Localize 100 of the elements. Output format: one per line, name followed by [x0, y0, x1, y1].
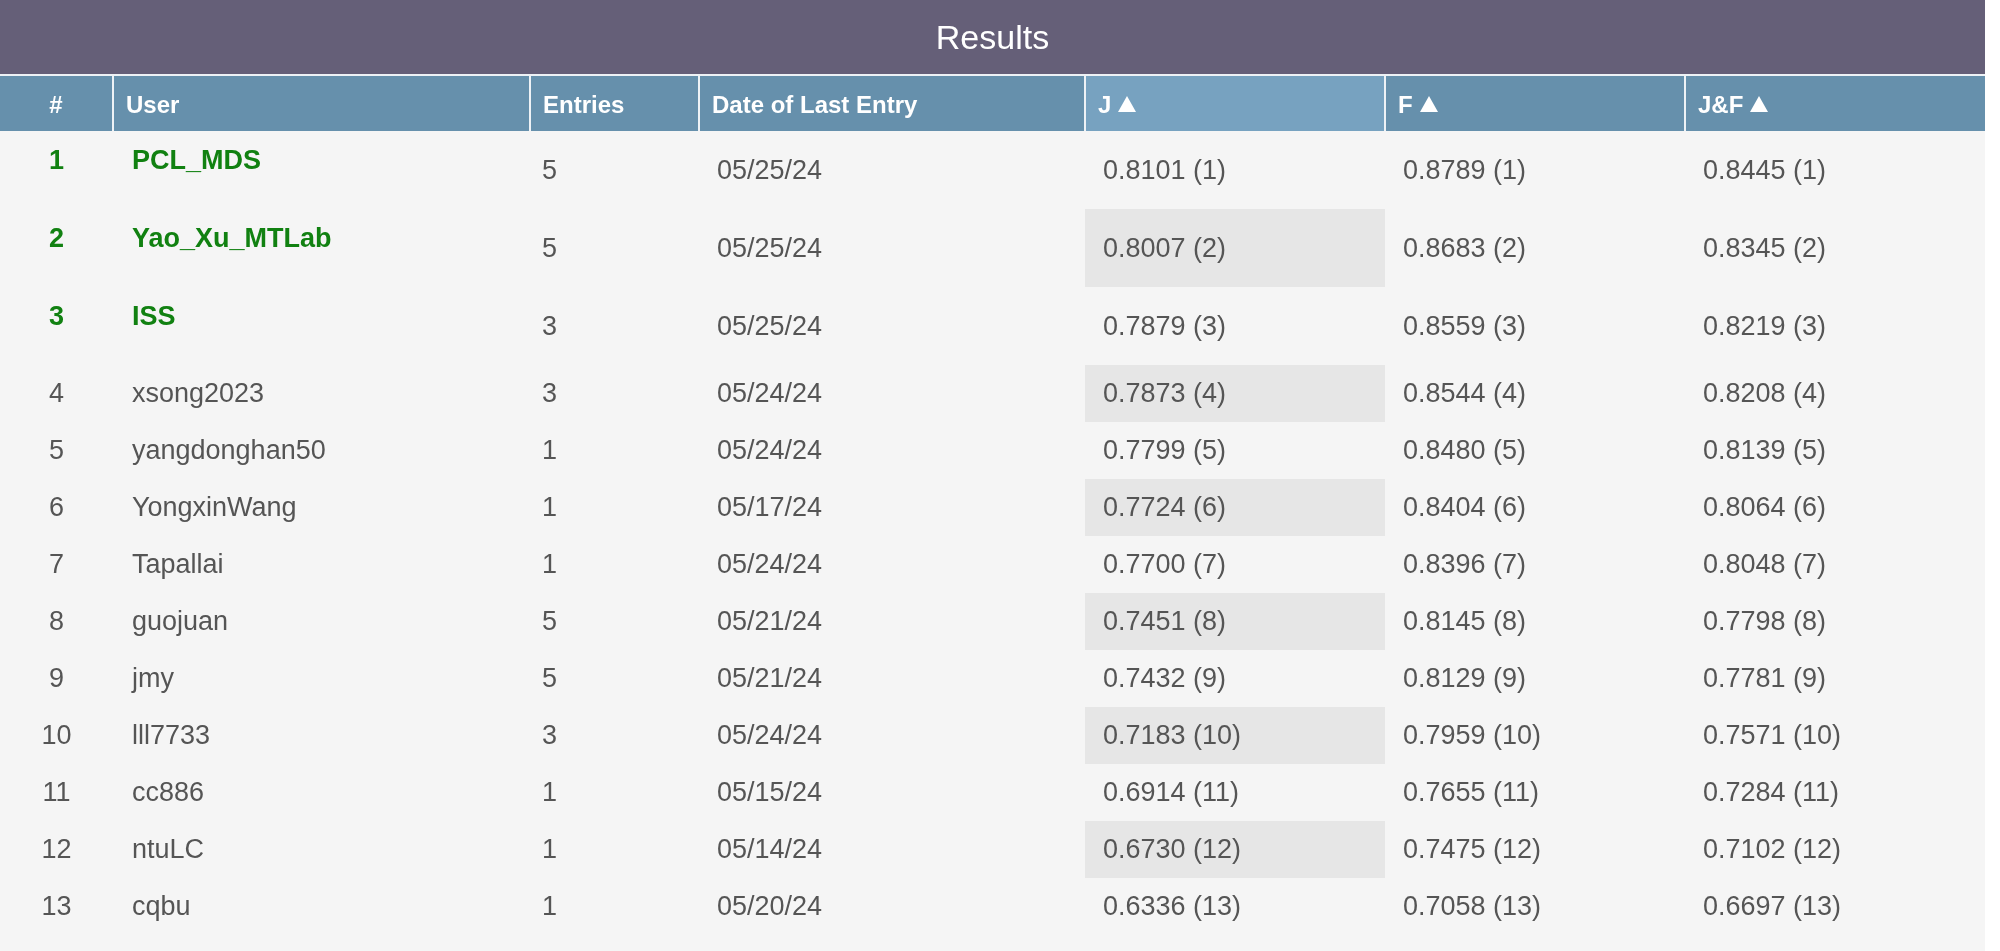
sort-arrow-icon[interactable]: [1749, 95, 1770, 114]
table-cell: 0.8559 (3): [1385, 287, 1685, 365]
table-cell-text: xsong2023: [131, 377, 266, 410]
table-cell-text: 1: [541, 434, 559, 467]
table-cell-text: 13: [40, 890, 73, 923]
table-cell: 0.7058 (13): [1385, 878, 1685, 935]
table-cell-text: cc886: [131, 776, 206, 809]
table-cell-text: 4: [48, 377, 65, 410]
table-cell-text: Tapallai: [131, 548, 225, 581]
table-cell-text: lll7733: [131, 719, 212, 752]
table-cell: 0.8480 (5): [1385, 422, 1685, 479]
results-title: Results: [935, 17, 1050, 57]
table-cell-text: 8: [48, 605, 65, 638]
column-header: User: [113, 75, 530, 131]
column-header: #: [0, 75, 113, 131]
table-cell-text: 0.8139 (5): [1702, 434, 1828, 467]
table-cell-text: 10: [40, 719, 73, 752]
table-cell: 05/24/24: [699, 707, 1085, 764]
table-cell-text: YongxinWang: [131, 491, 298, 524]
table-cell: 05/17/24: [699, 479, 1085, 536]
table-cell-text: 0.8208 (4): [1702, 377, 1828, 410]
table-cell-text: 0.7102 (12): [1702, 833, 1843, 866]
table-cell: 0.8544 (4): [1385, 365, 1685, 422]
table-cell: 05/24/24: [699, 422, 1085, 479]
table-cell: 05/21/24: [699, 593, 1085, 650]
table-cell: 05/25/24: [699, 287, 1085, 365]
table-cell-text: guojuan: [131, 605, 230, 638]
table-cell: 0.6914 (11): [1085, 764, 1385, 821]
table-cell-text: cqbu: [131, 890, 192, 923]
column-header: Entries: [530, 75, 699, 131]
table-cell: 0.7451 (8): [1085, 593, 1385, 650]
table-cell: 0.6730 (12): [1085, 821, 1385, 878]
table-cell: 0.8101 (1): [1085, 131, 1385, 209]
sort-arrow-icon[interactable]: [1418, 95, 1439, 114]
table-cell: 0.7799 (5): [1085, 422, 1385, 479]
table-cell: 0.7183 (10): [1085, 707, 1385, 764]
table-cell: 0.8396 (7): [1385, 536, 1685, 593]
table-cell-text: 5: [541, 231, 559, 265]
table-cell-text: ISS: [131, 300, 177, 333]
table-cell-text: Yao_Xu_MTLab: [131, 222, 333, 255]
table-cell: 05/20/24: [699, 878, 1085, 935]
table-cell: 0.8007 (2): [1085, 209, 1385, 287]
table-cell-text: 0.7284 (11): [1702, 776, 1841, 809]
table-cell-text: 0.7571 (10): [1702, 719, 1843, 752]
table-cell: 05/24/24: [699, 536, 1085, 593]
table-cell: 05/24/24: [699, 365, 1085, 422]
table-cell: 0.8145 (8): [1385, 593, 1685, 650]
table-cell: 0.7873 (4): [1085, 365, 1385, 422]
table-cell-text: 1: [541, 833, 559, 866]
table-cell-text: 5: [541, 605, 559, 638]
table-cell-text: 0.8064 (6): [1702, 491, 1828, 524]
sort-arrow-icon[interactable]: [1117, 95, 1138, 114]
table-cell-text: 3: [541, 309, 559, 343]
table-cell-text: 12: [40, 833, 73, 866]
table-cell-text: 9: [48, 662, 65, 695]
table-cell-text: 0.8219 (3): [1702, 309, 1828, 343]
table-cell-text: 5: [541, 662, 559, 695]
table-cell: 05/25/24: [699, 131, 1085, 209]
column-header[interactable]: J&F: [1685, 75, 1985, 131]
table-cell: 0.8129 (9): [1385, 650, 1685, 707]
table-cell: 0.7879 (3): [1085, 287, 1385, 365]
table-cell-text: 1: [541, 890, 559, 923]
table-cell-text: 1: [541, 491, 559, 524]
table-cell: 05/15/24: [699, 764, 1085, 821]
table-cell: 0.6336 (13): [1085, 878, 1385, 935]
table-cell: PCL_MDS: [113, 131, 530, 209]
table-cell: 0.7959 (10): [1385, 707, 1685, 764]
table-cell-text: ntuLC: [131, 833, 206, 866]
table-cell-text: jmy: [130, 662, 175, 695]
table-cell: 05/25/24: [699, 209, 1085, 287]
table-cell: 0.7655 (11): [1385, 764, 1685, 821]
table-cell-text: 7: [48, 548, 65, 581]
column-header[interactable]: F: [1385, 75, 1685, 131]
table-cell-text: yangdonghan50: [131, 434, 327, 467]
table-cell: 0.7432 (9): [1085, 650, 1385, 707]
table-cell: 0.7475 (12): [1385, 821, 1685, 878]
table-cell-text: 6: [48, 491, 65, 524]
table-cell-text: 5: [48, 434, 65, 467]
column-header: Date of Last Entry: [699, 75, 1085, 131]
table-cell-text: 0.8345 (2): [1702, 231, 1828, 265]
table-cell-text: 1: [541, 548, 559, 581]
column-header[interactable]: J: [1085, 75, 1385, 131]
table-cell-text: 3: [541, 377, 559, 410]
table-cell-text: 11: [41, 776, 72, 809]
table-cell-text: 1: [541, 776, 559, 809]
table-cell: 0.7724 (6): [1085, 479, 1385, 536]
table-cell: 0.8445 (1): [1685, 131, 1985, 209]
table-cell: 0.8404 (6): [1385, 479, 1685, 536]
table-cell-text: 3: [541, 719, 559, 752]
table-cell: 0.8789 (1): [1385, 131, 1685, 209]
table-cell: 05/14/24: [699, 821, 1085, 878]
table-cell-text: 0.6697 (13): [1702, 890, 1843, 923]
table-cell: 5: [530, 131, 699, 209]
table-cell-text: 0.7798 (8): [1702, 605, 1828, 638]
table-cell: 05/21/24: [699, 650, 1085, 707]
table-cell-text: 2: [48, 222, 65, 255]
table-cell-text: 0.8048 (7): [1702, 548, 1828, 581]
table-cell-text: 3: [48, 300, 65, 333]
table-cell-text: 0.7781 (9): [1702, 662, 1828, 695]
table-cell: 0.8683 (2): [1385, 209, 1685, 287]
